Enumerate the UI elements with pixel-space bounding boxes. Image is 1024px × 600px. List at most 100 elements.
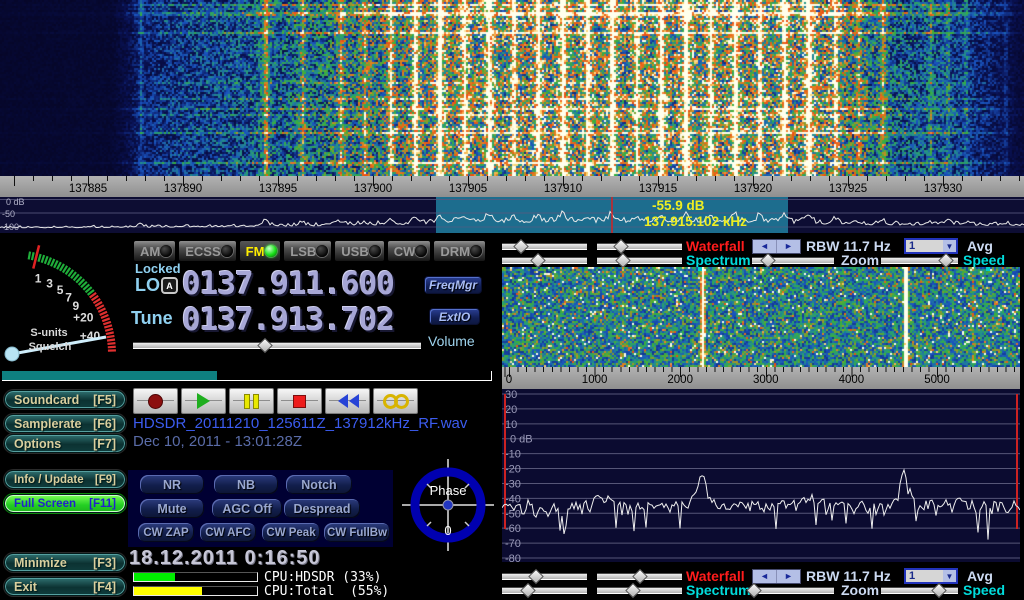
notch-button[interactable]: Notch [286, 475, 352, 494]
play-button[interactable] [181, 388, 226, 414]
lo-frequency-value[interactable]: 0137.911.600 [182, 266, 394, 302]
chevron-down-icon[interactable]: ▼ [943, 570, 956, 582]
full-screen-button[interactable]: Full Screen [F11] [4, 494, 126, 513]
slider-thumb[interactable] [520, 583, 536, 599]
extio-button[interactable]: ExtIO [429, 308, 480, 325]
record-icon [148, 394, 163, 409]
led-icon [470, 245, 482, 257]
loop-button[interactable] [373, 388, 418, 414]
minimize-button[interactable]: Minimize [F3] [4, 553, 126, 572]
mode-ecss-button[interactable]: ECSS [178, 240, 236, 262]
spectrum-brightness-slider[interactable] [597, 584, 682, 595]
samplerate-button[interactable]: Samplerate [F6] [4, 414, 126, 433]
mode-usb-button[interactable]: USB [334, 240, 384, 262]
avg-select[interactable]: 1 ▼ [904, 238, 958, 254]
waterfall-contrast-slider[interactable] [502, 570, 587, 581]
slider-thumb[interactable] [931, 583, 947, 599]
nb-button[interactable]: NB [214, 475, 278, 494]
cw-peak-button[interactable]: CW Peak [262, 523, 320, 542]
mode-fm-button[interactable]: FM [239, 240, 282, 262]
mode-am-button[interactable]: AM [133, 240, 176, 262]
band-arrows-spinner[interactable]: ◄► [752, 239, 801, 254]
tune-frequency-value[interactable]: 0137.913.702 [182, 302, 394, 338]
stop-button[interactable] [277, 388, 322, 414]
exit-button[interactable]: Exit [F4] [4, 577, 126, 596]
button-label: Full Screen [14, 498, 76, 510]
band-arrows-spinner[interactable]: ◄► [752, 569, 801, 584]
arrow-left-icon[interactable]: ◄ [753, 570, 777, 583]
slider-thumb[interactable] [939, 253, 955, 269]
chevron-down-icon[interactable]: ▼ [943, 240, 956, 252]
record-button[interactable] [133, 388, 178, 414]
arrow-left-icon[interactable]: ◄ [753, 240, 777, 253]
audio-waterfall-display[interactable] [502, 267, 1020, 367]
mode-drm-button[interactable]: DRM [433, 240, 486, 262]
slider-thumb[interactable] [615, 253, 631, 269]
info-update-button[interactable]: Info / Update [F9] [4, 470, 126, 489]
spectrum-contrast-slider[interactable] [502, 584, 587, 595]
recording-date: Dec 10, 2011 - 13:01:28Z [133, 433, 302, 450]
zoom-slider[interactable] [752, 584, 834, 595]
frequency-ruler[interactable]: 1378851378901378951379001379051379101379… [0, 176, 1024, 197]
slider-thumb[interactable] [530, 253, 546, 269]
waterfall-brightness-slider[interactable] [597, 240, 682, 251]
lo-auto-badge[interactable]: A [161, 277, 178, 294]
ruler-label: 137910 [544, 183, 582, 195]
cw-zap-button[interactable]: CW ZAP [138, 523, 194, 542]
button-key: [F11] [89, 498, 116, 510]
button-label: Minimize [14, 556, 67, 570]
mode-cw-button[interactable]: CW [387, 240, 432, 262]
locked-label: Locked [135, 261, 181, 276]
button-label: Info / Update [14, 474, 84, 486]
slider-thumb[interactable] [528, 569, 544, 585]
slider-thumb[interactable] [613, 239, 629, 255]
cw-afc-button[interactable]: CW AFC [200, 523, 256, 542]
nr-button[interactable]: NR [140, 475, 204, 494]
freqmgr-button[interactable]: FreqMgr [424, 276, 482, 294]
button-key: [F5] [93, 393, 116, 407]
arrow-right-icon[interactable]: ► [777, 240, 800, 253]
main-waterfall-display[interactable] [0, 0, 1024, 176]
slider-thumb[interactable] [625, 583, 641, 599]
spectrum-contrast-slider[interactable] [502, 254, 587, 265]
rewind-button[interactable] [325, 388, 370, 414]
slider-thumb[interactable] [632, 569, 648, 585]
slider-thumb[interactable] [513, 239, 529, 255]
main-spectrum-display[interactable]: 0 dB -50 -100 -55.9 dB 137.915.102 kHz [0, 197, 1024, 233]
smeter-scale-label: 7 [65, 290, 72, 304]
ruler-label: 137930 [924, 183, 962, 195]
pause-icon [244, 394, 259, 409]
waterfall-brightness-slider[interactable] [597, 570, 682, 581]
audio-spectrum-display[interactable]: 3020100 dB-10-20-30-40-50-60-70-80 [502, 389, 1020, 562]
led-icon [316, 245, 328, 257]
agc-off-button[interactable]: AGC Off [212, 499, 282, 518]
speed-slider[interactable] [881, 584, 958, 595]
pause-button[interactable] [229, 388, 274, 414]
avg-select[interactable]: 1 ▼ [904, 568, 958, 584]
mute-button[interactable]: Mute [140, 499, 204, 518]
volume-slider[interactable] [133, 339, 421, 350]
db-scale-label: 0 dB [6, 197, 25, 207]
mode-label: CW [394, 244, 416, 259]
cw-fullbw-button[interactable]: CW FullBw [324, 523, 390, 542]
zoom-slider[interactable] [752, 254, 834, 265]
button-label: Options [14, 437, 61, 451]
spectrum-label: Spectrum [686, 252, 751, 268]
led-icon [221, 245, 233, 257]
soundcard-button[interactable]: Soundcard [F5] [4, 390, 126, 409]
options-button[interactable]: Options [F7] [4, 434, 126, 453]
slider-thumb[interactable] [258, 338, 274, 354]
speed-slider[interactable] [881, 254, 958, 265]
mode-lsb-button[interactable]: LSB [283, 240, 332, 262]
despread-button[interactable]: Despread [284, 499, 360, 518]
slider-thumb[interactable] [761, 253, 777, 269]
audio-db-label: -10 [505, 449, 521, 461]
led-icon [415, 245, 427, 257]
mode-label: LSB [290, 244, 316, 259]
waterfall-contrast-slider[interactable] [502, 240, 587, 251]
mode-label: FM [246, 244, 265, 259]
playback-progress-bar[interactable] [2, 371, 492, 381]
audio-frequency-ruler[interactable]: 010002000300040005000 [502, 367, 1020, 389]
arrow-right-icon[interactable]: ► [777, 570, 800, 583]
spectrum-brightness-slider[interactable] [597, 254, 682, 265]
